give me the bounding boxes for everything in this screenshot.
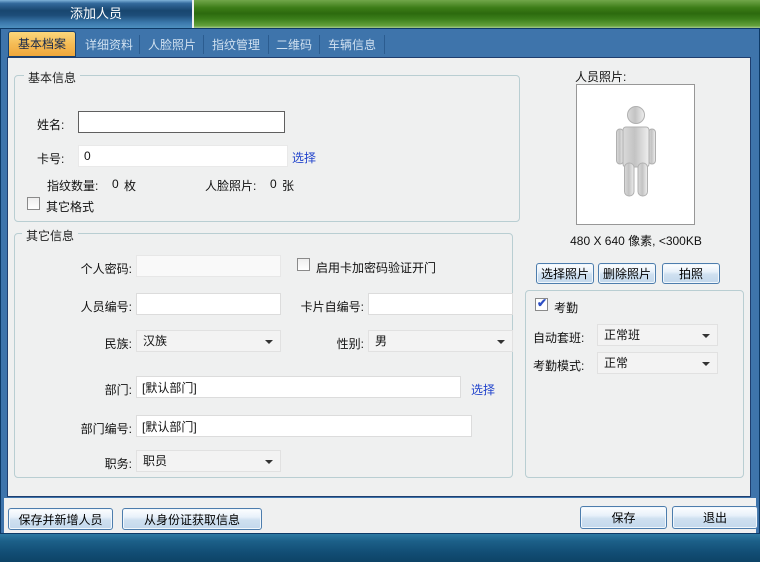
- other-format-checkbox[interactable]: [27, 197, 40, 210]
- tab-qrcode[interactable]: 二维码: [270, 33, 318, 57]
- select-photo-button[interactable]: 选择照片: [536, 263, 594, 284]
- tab-separator: [384, 35, 385, 54]
- tab-fingerprint[interactable]: 指纹管理: [205, 33, 267, 57]
- personal-password-input[interactable]: [136, 255, 281, 277]
- attendance-mode-value: 正常: [604, 356, 628, 370]
- card-self-number-label: 卡片自编号:: [280, 298, 364, 315]
- add-personnel-dialog: 添加人员 基本档案 详细资料 人脸照片 指纹管理 二维码 车辆信息 基本信息 姓…: [0, 0, 760, 562]
- tab-vehicle-info[interactable]: 车辆信息: [321, 33, 383, 57]
- gender-label: 性别:: [280, 335, 364, 352]
- footer-bar: [0, 534, 760, 562]
- chevron-down-icon: [702, 334, 710, 338]
- attendance-mode-select[interactable]: 正常: [597, 352, 718, 374]
- face-photo-count-value: 0: [270, 177, 277, 191]
- tab-separator: [268, 35, 269, 54]
- card-plus-password-checkbox[interactable]: [297, 258, 310, 271]
- tab-separator: [319, 35, 320, 54]
- chevron-down-icon: [702, 362, 710, 366]
- capture-photo-button[interactable]: 拍照: [662, 263, 720, 284]
- delete-photo-button[interactable]: 删除照片: [598, 263, 656, 284]
- face-photo-count-label: 人脸照片:: [205, 177, 256, 194]
- check-icon: ✔: [537, 296, 547, 310]
- chevron-down-icon: [265, 340, 273, 344]
- person-number-label: 人员编号:: [32, 298, 132, 315]
- card-number-input[interactable]: [78, 145, 288, 167]
- read-id-card-button[interactable]: 从身份证获取信息: [122, 508, 262, 530]
- other-info-legend: 其它信息: [22, 227, 78, 244]
- personnel-photo-label: 人员照片:: [575, 68, 626, 85]
- attendance-groupbox: [525, 290, 744, 478]
- titlebar-green-strip: [194, 0, 760, 28]
- ethnicity-value: 汉族: [143, 334, 167, 348]
- tab-detail-info[interactable]: 详细资料: [80, 33, 138, 57]
- ethnicity-select[interactable]: 汉族: [136, 330, 281, 352]
- card-plus-password-label: 启用卡加密码验证开门: [316, 259, 436, 276]
- save-and-add-new-button[interactable]: 保存并新增人员: [8, 508, 113, 530]
- department-label: 部门:: [32, 381, 132, 398]
- department-number-label: 部门编号:: [32, 420, 132, 437]
- person-silhouette-icon: [612, 105, 660, 199]
- other-format-label: 其它格式: [46, 198, 94, 215]
- personnel-photo-box[interactable]: [576, 84, 695, 225]
- attendance-mode-label: 考勤模式:: [533, 357, 584, 374]
- auto-shift-select[interactable]: 正常班: [597, 324, 718, 346]
- tab-face-photo[interactable]: 人脸照片: [142, 33, 202, 57]
- tab-separator: [139, 35, 140, 54]
- gender-select[interactable]: 男: [368, 330, 513, 352]
- auto-shift-value: 正常班: [604, 328, 640, 342]
- ethnicity-label: 民族:: [32, 335, 132, 352]
- card-select-link[interactable]: 选择: [292, 149, 316, 166]
- position-value: 职员: [143, 454, 167, 468]
- name-label: 姓名:: [37, 116, 64, 133]
- tab-separator: [203, 35, 204, 54]
- name-input[interactable]: [78, 111, 285, 133]
- titlebar: 添加人员: [0, 0, 192, 28]
- department-number-input[interactable]: [136, 415, 472, 437]
- chevron-down-icon: [265, 460, 273, 464]
- position-select[interactable]: 职员: [136, 450, 281, 472]
- card-self-number-input[interactable]: [368, 293, 513, 315]
- attendance-checkbox[interactable]: ✔: [535, 298, 548, 311]
- window-title: 添加人员: [70, 6, 122, 21]
- fingerprint-count-unit: 枚: [124, 177, 136, 194]
- basic-info-legend: 基本信息: [24, 69, 80, 86]
- department-input[interactable]: [136, 376, 461, 398]
- person-number-input[interactable]: [136, 293, 281, 315]
- fingerprint-count-label: 指纹数量:: [47, 177, 98, 194]
- position-label: 职务:: [32, 455, 132, 472]
- gender-value: 男: [375, 334, 387, 348]
- face-photo-count-unit: 张: [282, 177, 294, 194]
- card-number-label: 卡号:: [37, 150, 64, 167]
- auto-shift-label: 自动套班:: [533, 329, 584, 346]
- photo-spec-caption: 480 X 640 像素, <300KB: [556, 232, 716, 249]
- fingerprint-count-value: 0: [112, 177, 119, 191]
- exit-button[interactable]: 退出: [672, 506, 758, 529]
- chevron-down-icon: [497, 340, 505, 344]
- attendance-checkbox-label: 考勤: [554, 299, 578, 316]
- personal-password-label: 个人密码:: [32, 260, 132, 277]
- save-button[interactable]: 保存: [580, 506, 667, 529]
- tab-basic-archive[interactable]: 基本档案: [8, 31, 76, 57]
- department-select-link[interactable]: 选择: [471, 381, 495, 398]
